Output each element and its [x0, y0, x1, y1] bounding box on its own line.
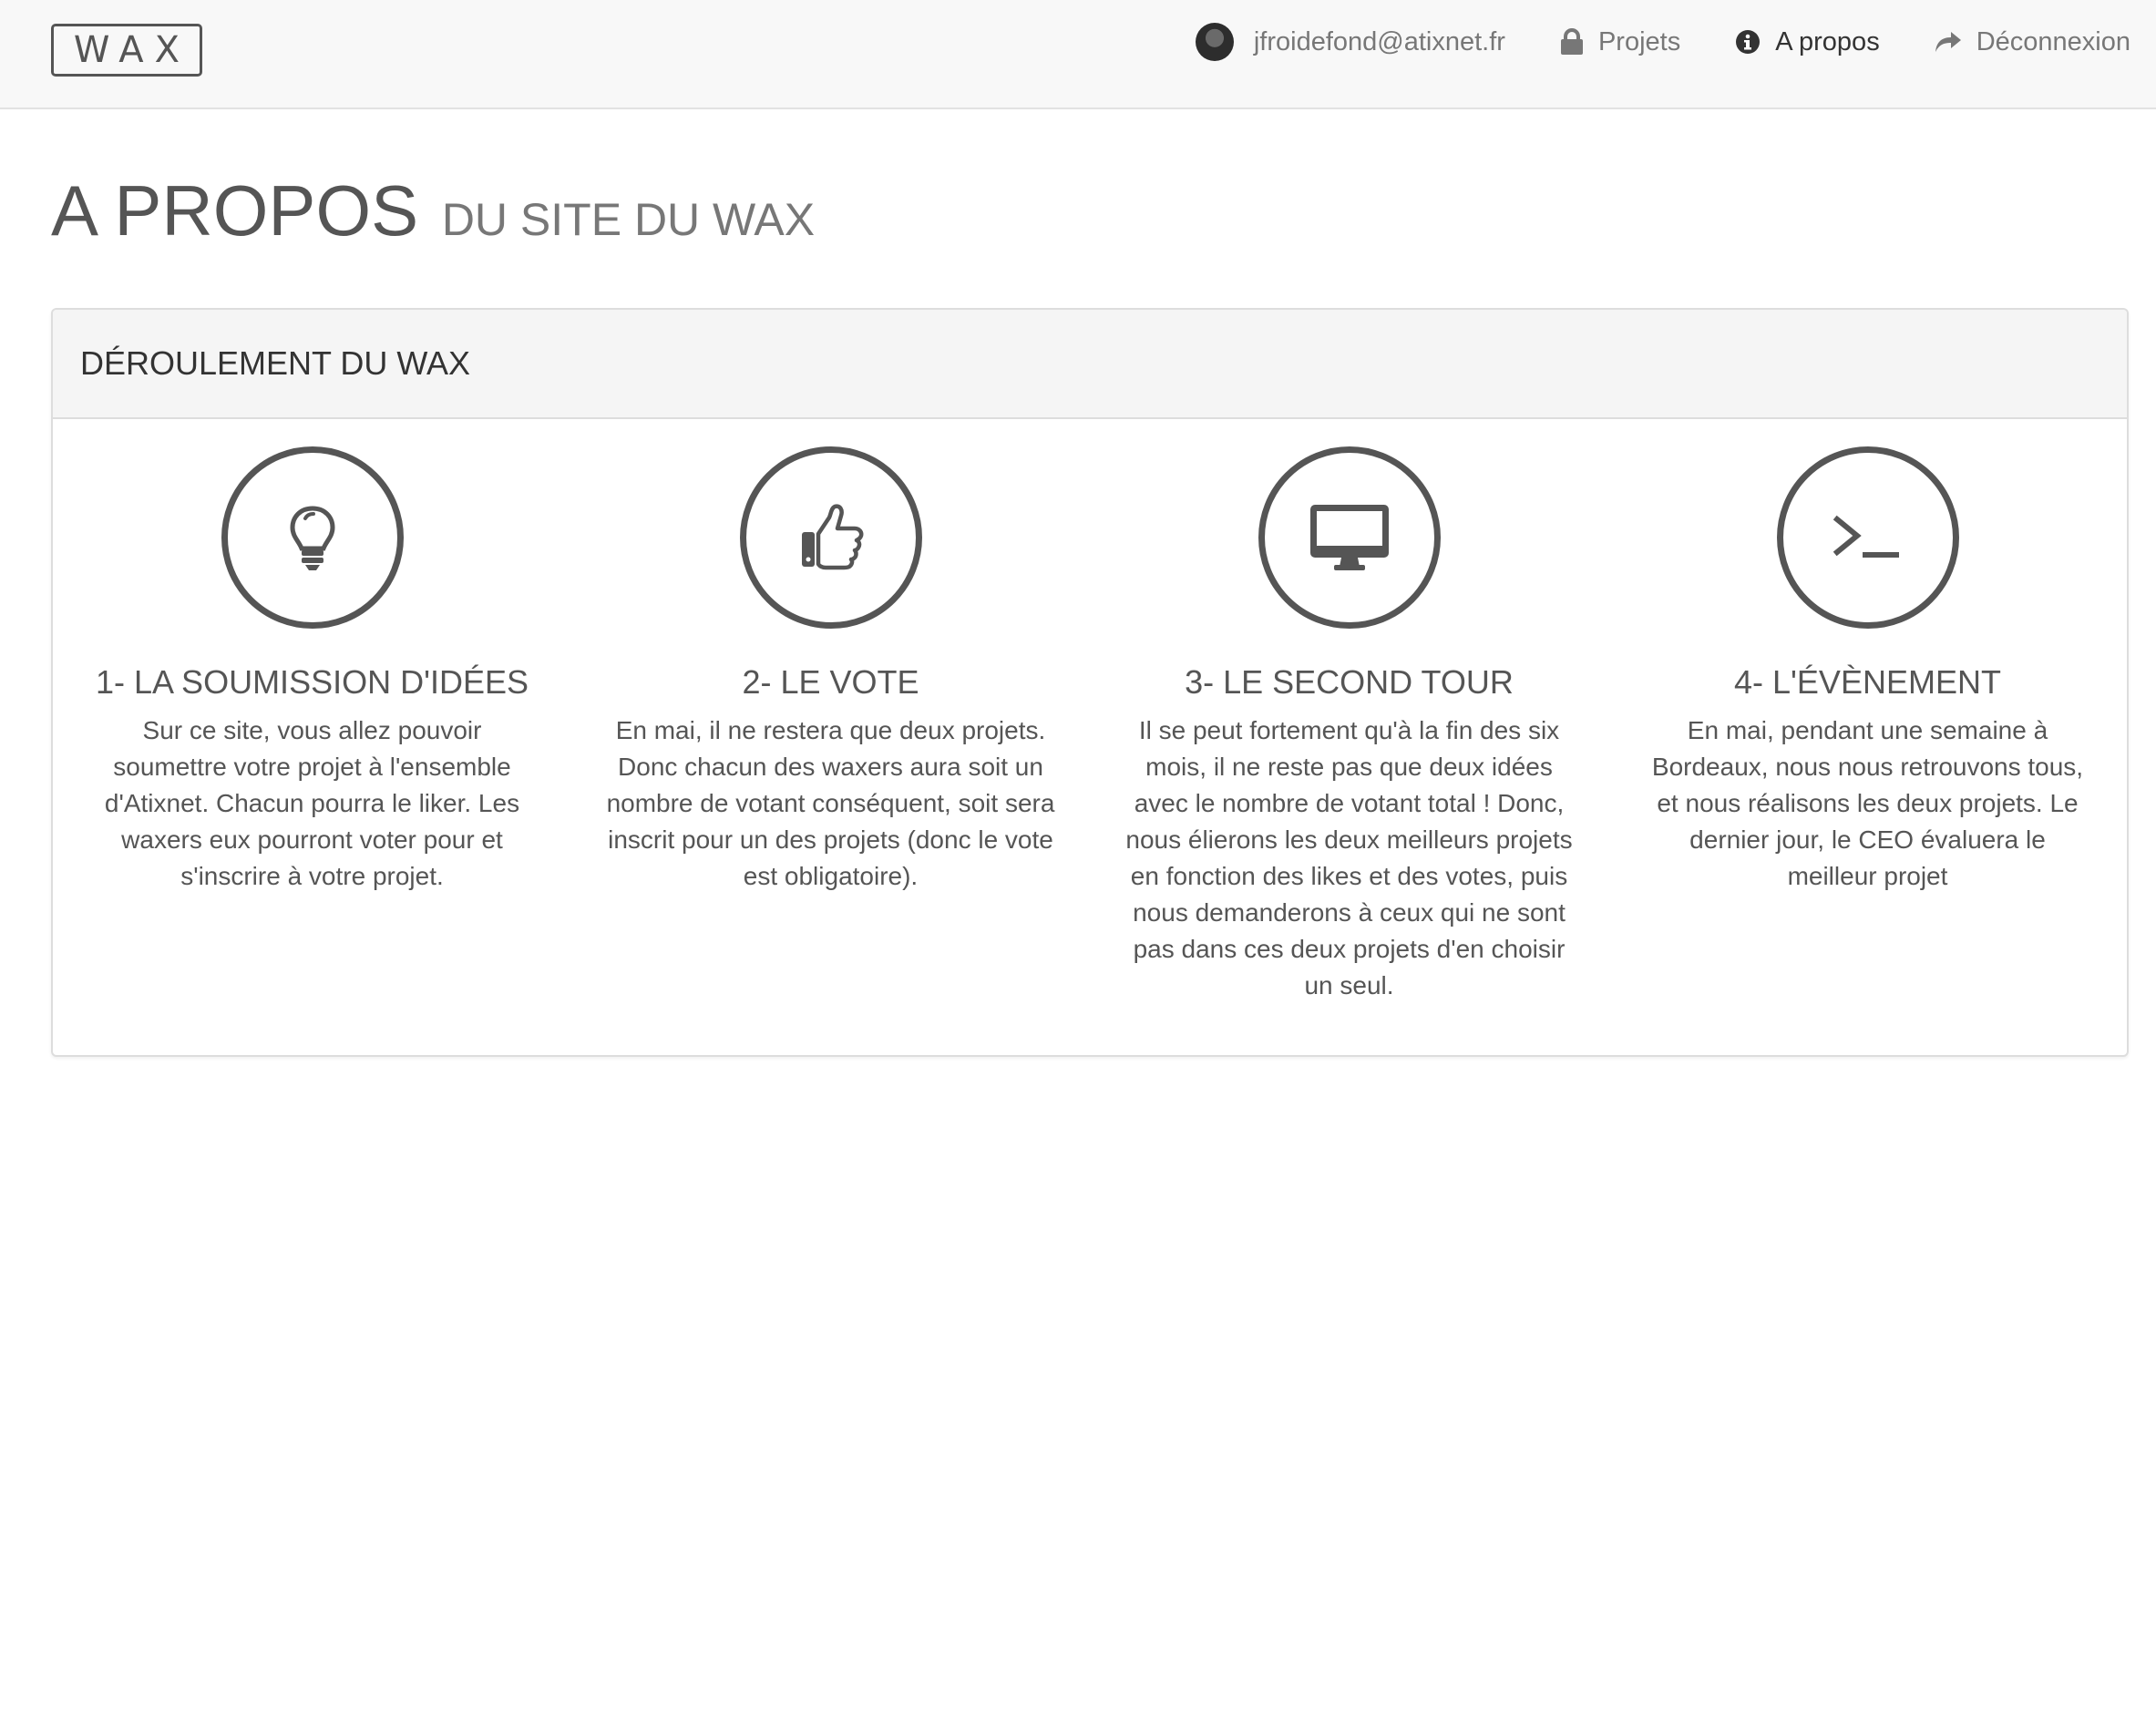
panel-heading: DÉROULEMENT DU WAX [53, 310, 2127, 419]
thumbs-up-icon [801, 504, 863, 570]
nav-item-user-label: jfroidefond@atixnet.fr [1253, 26, 1505, 56]
lightbulb-icon [289, 506, 335, 570]
step-title: 3- LE SECOND TOUR [1185, 663, 1514, 701]
nav-menu: jfroidefond@atixnet.fr Projets A propos … [1141, 0, 2130, 84]
step-icon-circle [221, 446, 404, 629]
avatar [1195, 23, 1234, 61]
nav-item-a-propos-label: A propos [1775, 26, 1880, 56]
step-text: Il se peut fortement qu'à la fin des six… [1125, 716, 1573, 999]
lock-icon [1560, 28, 1584, 56]
step-second-round: 3- LE SECOND TOUR Il se peut fortement q… [1090, 419, 1608, 1004]
nav-item-a-propos[interactable]: A propos [1735, 26, 1880, 57]
step-title: 1- LA SOUMISSION D'IDÉES [96, 663, 529, 701]
step-title: 4- L'ÉVÈNEMENT [1734, 663, 2001, 701]
page-title-main: A PROPOS [51, 170, 419, 251]
nav-item-deconnexion-label: Déconnexion [1976, 26, 2130, 56]
nav-item-deconnexion[interactable]: Déconnexion [1935, 27, 2130, 57]
info-icon [1735, 29, 1761, 55]
desktop-icon [1309, 505, 1389, 570]
step-text: Sur ce site, vous allez pouvoir soumettr… [104, 716, 520, 890]
step-title: 2- LE VOTE [742, 663, 919, 701]
brand-logo[interactable]: WAX [51, 24, 202, 77]
navbar: WAX jfroidefond@atixnet.fr Projets A pro… [0, 0, 2156, 109]
step-vote: 2- LE VOTE En mai, il ne restera que deu… [571, 419, 1090, 1004]
nav-item-user[interactable]: jfroidefond@atixnet.fr [1195, 23, 1505, 61]
page-title: A PROPOS DU SITE DU WAX [51, 175, 815, 246]
step-submission: 1- LA SOUMISSION D'IDÉES Sur ce site, vo… [53, 419, 571, 1004]
nav-item-projets-label: Projets [1597, 26, 1681, 56]
steps-row: 1- LA SOUMISSION D'IDÉES Sur ce site, vo… [53, 419, 2127, 1004]
process-panel: DÉROULEMENT DU WAX 1- LA SOUMISSION D'ID… [51, 308, 2129, 1057]
step-text: En mai, il ne restera que deux projets. … [606, 716, 1055, 890]
step-icon-circle [1776, 446, 1959, 629]
step-text: En mai, pendant une semaine à Bordeaux, … [1651, 716, 2084, 890]
step-icon-circle [1258, 446, 1441, 629]
nav-item-projets[interactable]: Projets [1560, 27, 1680, 57]
page-subtitle: DU SITE DU WAX [441, 194, 816, 245]
terminal-icon [1833, 515, 1899, 558]
step-icon-circle [739, 446, 922, 629]
share-arrow-icon [1935, 30, 1962, 54]
step-event: 4- L'ÉVÈNEMENT En mai, pendant une semai… [1608, 419, 2127, 1004]
